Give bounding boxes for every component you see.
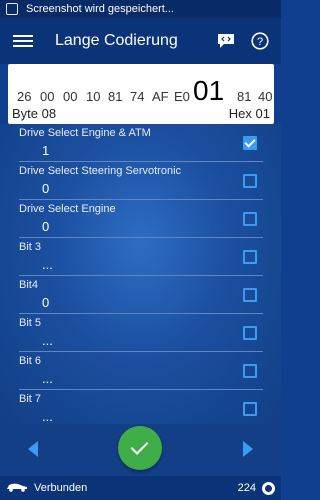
bit-name: Bit4 (19, 279, 38, 291)
bit-name: Bit 7 (19, 393, 42, 405)
bit-name: Drive Select Engine (19, 203, 116, 215)
bit-row[interactable]: Bit 3 ... (0, 238, 281, 276)
bit-value: 0 (42, 181, 50, 196)
bit-checkbox[interactable] (243, 212, 257, 226)
status-bar-text: Screenshot wird gespeichert... (26, 3, 174, 15)
bit-value: ... (42, 257, 53, 272)
connection-status: Verbunden (34, 482, 88, 494)
hex-byte-row[interactable]: 26 00 00 10 81 74 AF E0 01 81 40 8 (8, 70, 274, 104)
byte-label: Byte 08 (12, 106, 57, 121)
bit-row[interactable]: Bit 5 ... (0, 314, 281, 352)
hex-display: 26 00 00 10 81 74 AF E0 01 81 40 8 Byte … (8, 64, 274, 124)
hex-byte: 81 (237, 89, 252, 104)
connection-indicator-icon (262, 481, 275, 495)
page-title: Lange Codierung (55, 32, 178, 49)
hex-byte: 00 (63, 89, 78, 104)
connection-footer: Verbunden 224 (0, 476, 281, 500)
selected-hex-byte: 01 (193, 75, 225, 104)
hex-byte: 26 (17, 89, 32, 104)
help-icon[interactable]: ? (247, 28, 273, 54)
bit-value: ... (42, 409, 53, 424)
previous-byte-arrow-icon[interactable] (28, 441, 38, 457)
bit-row[interactable]: Drive Select Steering Servotronic 0 (0, 162, 281, 200)
bottom-nav (0, 424, 281, 476)
bit-row[interactable]: Drive Select Engine 0 (0, 200, 281, 238)
hex-byte: E0 (174, 89, 190, 104)
bit-checkbox[interactable] (243, 402, 257, 416)
bit-checkbox[interactable] (243, 364, 257, 378)
bit-value: 0 (42, 219, 50, 234)
bit-row[interactable]: Bit 7 ... (0, 390, 281, 428)
code-icon[interactable] (213, 28, 239, 54)
screenshot-icon (6, 3, 18, 15)
next-byte-arrow-icon[interactable] (243, 441, 253, 457)
bit-row[interactable]: Bit4 0 (0, 276, 281, 314)
hex-byte: 81 (108, 89, 123, 104)
bit-checkbox[interactable] (243, 136, 257, 150)
bit-checkbox[interactable] (243, 288, 257, 302)
bit-checkbox[interactable] (243, 174, 257, 188)
hex-byte: 00 (40, 89, 55, 104)
bit-name: Bit 6 (19, 355, 42, 367)
hex-byte: 40 (258, 89, 273, 104)
bit-name: Drive Select Steering Servotronic (19, 165, 182, 177)
bit-checkbox[interactable] (243, 250, 257, 264)
hex-byte: AF (152, 89, 169, 104)
hex-value-label: Hex 01 (228, 106, 270, 121)
bit-row[interactable]: Drive Select Engine & ATM 1 (0, 124, 281, 162)
bit-value: ... (42, 371, 53, 386)
bit-row[interactable]: Bit 6 ... (0, 352, 281, 390)
bit-name: Drive Select Engine & ATM (19, 127, 151, 139)
car-icon (6, 482, 28, 495)
app-bar: Lange Codierung ? (0, 18, 281, 64)
svg-text:?: ? (257, 36, 263, 48)
bit-value: ... (42, 333, 53, 348)
bit-name: Bit 3 (19, 241, 42, 253)
status-bar: Screenshot wird gespeichert... (0, 0, 281, 18)
bit-list: Drive Select Engine & ATM 1 Drive Select… (0, 124, 281, 424)
counter: 224 (237, 482, 256, 494)
menu-icon[interactable] (13, 32, 33, 50)
bit-value: 0 (42, 295, 50, 310)
hex-byte: 10 (86, 89, 101, 104)
bit-name: Bit 5 (19, 317, 42, 329)
confirm-button[interactable] (118, 426, 162, 470)
hex-byte: 74 (130, 89, 145, 104)
bit-value: 1 (42, 143, 50, 158)
bit-checkbox[interactable] (243, 326, 257, 340)
